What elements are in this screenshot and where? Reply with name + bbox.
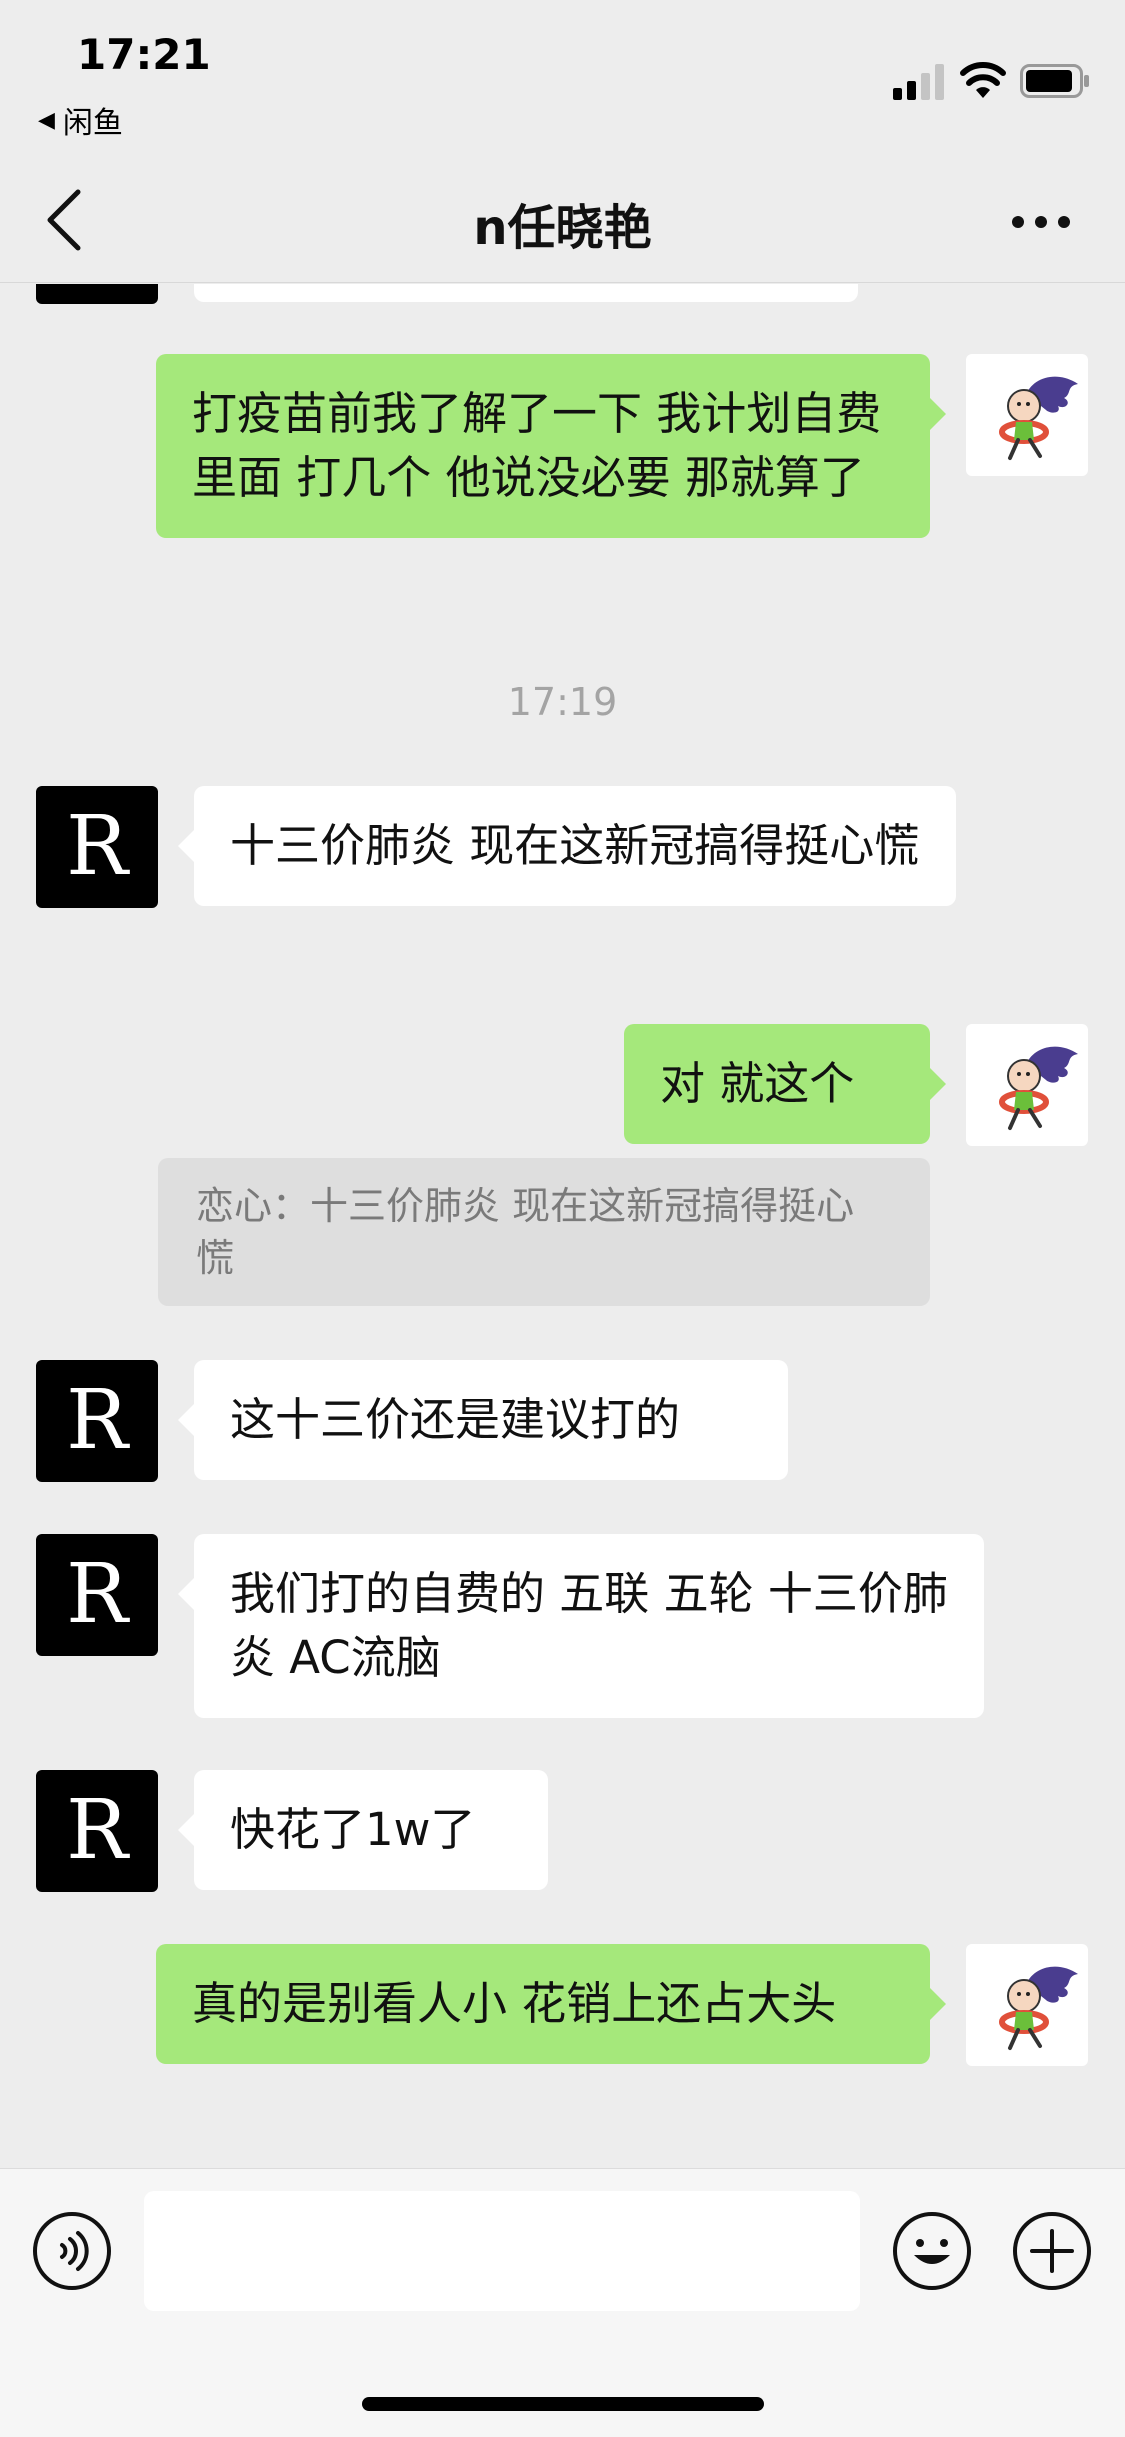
message-text: 十三价肺炎 现在这新冠搞得挺心慌 bbox=[230, 819, 920, 872]
message-bubble-received[interactable]: 十三价肺炎 现在这新冠搞得挺心慌 bbox=[178, 786, 956, 906]
more-dots-icon[interactable] bbox=[1010, 214, 1072, 230]
contact-avatar[interactable]: R bbox=[36, 1534, 158, 1656]
back-app-label: 闲鱼 bbox=[62, 106, 123, 141]
message-text: 快花了1w了 bbox=[230, 1803, 476, 1856]
message-bubble-sent[interactable]: 对 就这个 bbox=[624, 1024, 946, 1144]
message-text: 我们打的自费的 五联 五轮 十三价肺炎 AC流脑 bbox=[230, 1567, 948, 1684]
status-time: 17:21 bbox=[77, 30, 211, 79]
home-indicator[interactable] bbox=[362, 2397, 764, 2411]
message-bubble-sent[interactable]: 真的是别看人小 花销上还占大头 bbox=[156, 1944, 946, 2064]
wifi-icon bbox=[960, 62, 1006, 98]
signal-icon bbox=[893, 64, 944, 100]
girl-avatar-icon bbox=[999, 1966, 1078, 2050]
emoji-icon[interactable] bbox=[892, 2211, 972, 2291]
message-text: 这十三价还是建议打的 bbox=[230, 1393, 681, 1446]
partial-avatar bbox=[36, 284, 158, 304]
girl-avatar-icon bbox=[999, 1046, 1078, 1130]
my-avatar[interactable] bbox=[966, 1024, 1088, 1146]
message-text: 对 就这个 bbox=[660, 1057, 855, 1110]
contact-avatar[interactable]: R bbox=[36, 1770, 158, 1892]
message-text: 真的是别看人小 花销上还占大头 bbox=[192, 1977, 837, 2030]
quoted-message[interactable]: 恋心：十三价肺炎 现在这新冠搞得挺心慌 bbox=[158, 1158, 930, 1306]
plus-icon[interactable] bbox=[1012, 2211, 1092, 2291]
partial-bubble bbox=[194, 284, 858, 302]
avatar-letter: R bbox=[66, 799, 128, 894]
back-to-app[interactable]: ◀ 闲鱼 bbox=[38, 98, 123, 142]
message-bubble-received[interactable]: 我们打的自费的 五联 五轮 十三价肺炎 AC流脑 bbox=[178, 1534, 984, 1718]
message-bubble-received[interactable]: 快花了1w了 bbox=[178, 1770, 548, 1890]
message-input[interactable] bbox=[144, 2191, 860, 2311]
message-text: 打疫苗前我了解了一下 我计划自费里面 打几个 他说没必要 那就算了 bbox=[192, 387, 882, 504]
nav-bar: n任晓艳 bbox=[0, 158, 1125, 283]
input-bar bbox=[0, 2168, 1125, 2437]
girl-avatar-icon bbox=[999, 376, 1078, 460]
back-triangle-icon: ◀ bbox=[38, 107, 55, 133]
battery-icon bbox=[1020, 64, 1089, 98]
avatar-letter: R bbox=[66, 1783, 128, 1878]
contact-avatar[interactable]: R bbox=[36, 1360, 158, 1482]
my-avatar[interactable] bbox=[966, 1944, 1088, 2066]
message-bubble-sent[interactable]: 打疫苗前我了解了一下 我计划自费里面 打几个 他说没必要 那就算了 bbox=[156, 354, 946, 538]
voice-icon[interactable] bbox=[32, 2211, 112, 2291]
avatar-letter: R bbox=[66, 1547, 128, 1642]
quote-text: 恋心：十三价肺炎 现在这新冠搞得挺心慌 bbox=[196, 1184, 855, 1280]
my-avatar[interactable] bbox=[966, 354, 1088, 476]
avatar-letter: R bbox=[66, 1373, 128, 1468]
contact-avatar[interactable]: R bbox=[36, 786, 158, 908]
timestamp: 17:19 bbox=[507, 680, 618, 724]
chat-title: n任晓艳 bbox=[473, 200, 652, 256]
message-bubble-received[interactable]: 这十三价还是建议打的 bbox=[178, 1360, 788, 1480]
